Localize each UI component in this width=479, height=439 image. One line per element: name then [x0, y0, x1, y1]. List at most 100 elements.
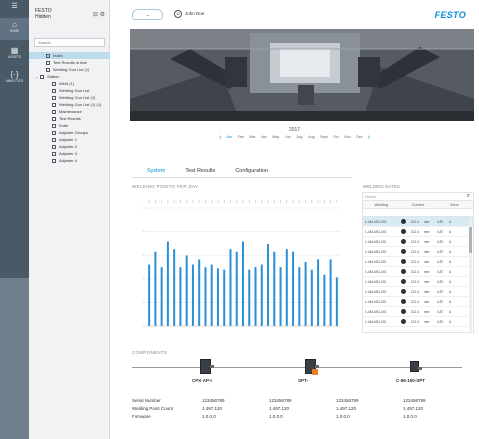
month-items: Jan Feb Mar Apr May Jun July Aug Sept Oct Nov Dec — [223, 134, 365, 141]
tree-item-label: Weld (1) — [59, 81, 75, 86]
status-dot — [401, 238, 406, 244]
chevron-right-icon[interactable]: › — [366, 134, 372, 141]
rail-home-button[interactable]: ⌂ HOME — [0, 18, 29, 40]
tree-item[interactable]: Welding Gun List (1) — [29, 94, 110, 101]
folder-icon[interactable]: ⊟ — [93, 12, 98, 18]
tree-item[interactable]: Index — [29, 52, 110, 59]
month-aug[interactable]: Aug — [305, 134, 317, 141]
month-oct[interactable]: Oct — [330, 134, 341, 141]
tree-item[interactable]: Welding Gun List — [29, 87, 110, 94]
tree-item[interactable]: Test Results — [29, 115, 110, 122]
cell-v2: mm — [424, 240, 430, 244]
tree-item[interactable]: Adjuster 2 — [29, 143, 110, 150]
month-feb[interactable]: Feb — [235, 134, 247, 141]
table-row[interactable]: 1-444-M11-001 212.4 mm 4.87 A — [363, 287, 473, 297]
tree-item[interactable]: Adjuster 1 — [29, 136, 110, 143]
component-label-1: CPX-AP-I — [192, 378, 212, 383]
tree-list: Index Test Results in test Welding Gun Lis… — [29, 52, 110, 164]
station-photo-image — [130, 29, 474, 121]
tree-item[interactable]: Adjuster 3 — [29, 150, 110, 157]
tree-item[interactable]: Test Results in test — [29, 59, 110, 66]
dates-search-input[interactable]: Search ⌕ — [363, 193, 473, 201]
tree-item-label: Test Results in test — [53, 60, 87, 65]
table-row[interactable]: 1-444-M11-001 212.4 mm 4.87 A — [363, 307, 473, 317]
month-nov[interactable]: Nov — [342, 134, 354, 141]
property-name: Firmware — [132, 414, 151, 419]
cell-v4: A — [449, 250, 452, 254]
cell-id: 1-444-M11-001 — [365, 220, 387, 224]
tree-item[interactable]: Adjuster 4 — [29, 157, 110, 164]
dates-filter-bar: Welding Current Error — [363, 201, 473, 209]
cell-v3: 4.87 — [437, 220, 444, 224]
filter-current[interactable]: Current — [400, 201, 437, 208]
tree-search-input[interactable] — [34, 38, 105, 47]
tree-item-label: Adjuster Groups — [59, 130, 88, 135]
rail-assets-button[interactable]: ▦ ASSETS — [0, 46, 29, 68]
filter-error[interactable]: Error — [436, 201, 473, 208]
settings-icon[interactable]: ⚙ — [100, 12, 105, 18]
status-dot-icon — [401, 227, 411, 236]
month-mar[interactable]: Mar — [247, 134, 259, 141]
sensor-device-icon[interactable] — [410, 361, 422, 372]
chart-bar — [223, 269, 226, 326]
month-july[interactable]: July — [293, 134, 305, 141]
table-row[interactable]: 1-444-M11-001 212.4 mm 4.87 A — [363, 267, 473, 277]
tree-item[interactable]: Enter — [29, 122, 110, 129]
col-current-header[interactable] — [411, 209, 437, 216]
cell-v3: 4.87 — [437, 320, 444, 324]
dates-rows: 1-444-M11-001 212.4 mm 4.87 A 1-444-M11-001 21… — [363, 217, 473, 327]
tree-item[interactable]: Maintenance — [29, 108, 110, 115]
tree-item[interactable]: Weld (1) — [29, 80, 110, 87]
col-id-header[interactable] — [363, 209, 401, 216]
status-dot-icon — [401, 257, 411, 266]
component-properties: Serial Number 123456789 123456789 123456789… — [132, 397, 472, 421]
table-row[interactable]: 1-444-M11-001 212.4 mm 4.87 A — [363, 237, 473, 247]
table-row[interactable]: 1-444-M11-001 212.4 mm 4.87 A — [363, 257, 473, 267]
document-icon — [52, 95, 56, 100]
tree-item[interactable]: ⌄ Station — [29, 73, 110, 80]
document-icon — [52, 144, 56, 149]
dates-scrollbar[interactable] — [469, 217, 472, 332]
month-sept[interactable]: Sept — [317, 134, 330, 141]
status-dot-icon — [401, 287, 411, 296]
table-row[interactable]: 1-444-M11-001 212.4 mm 4.87 A — [363, 227, 473, 237]
app-rail: ☰ ⌂ HOME ▦ ASSETS {·} ANALYTICS — [0, 0, 29, 439]
user-name[interactable]: John Doe — [185, 11, 204, 16]
rail-analytics-button[interactable]: {·} ANALYTICS — [0, 70, 29, 92]
month-jan[interactable]: Jan — [223, 134, 234, 141]
document-icon — [52, 137, 56, 142]
col-status-header[interactable] — [401, 209, 411, 216]
search-icon[interactable]: ⌕ — [467, 193, 470, 200]
table-row[interactable]: 1-444-M11-001 212.4 mm 4.87 A — [363, 217, 473, 227]
property-row: Firmware 1.0.0.0 1.0.0.0 1.0.0.0 1.0.0.0 — [132, 413, 472, 421]
month-may[interactable]: May — [270, 134, 282, 141]
cell-v2: mm — [424, 220, 430, 224]
chart-bar — [166, 241, 169, 326]
table-row[interactable]: 1-444-M11-001 212.4 mm 4.87 A — [363, 317, 473, 327]
cell-v1: 212.4 — [411, 310, 419, 314]
tree-item[interactable]: Welding Gun List (1) — [29, 66, 110, 73]
tree-item[interactable]: Adjuster Groups — [29, 129, 110, 136]
cell-v1: 212.4 — [411, 300, 419, 304]
month-dec[interactable]: Dec — [354, 134, 366, 141]
menu-icon[interactable]: ☰ — [0, 0, 29, 14]
rail-assets-label: ASSETS — [8, 55, 21, 59]
dates-header-row — [363, 209, 473, 217]
tree-item-label: Index — [53, 53, 63, 58]
document-icon — [52, 158, 56, 163]
col-error-header[interactable] — [437, 209, 459, 216]
controller-device-icon[interactable] — [200, 359, 214, 374]
cell-v1: 212.4 — [411, 240, 419, 244]
tree-item[interactable]: Welding Gun List (1) (1) — [29, 101, 110, 108]
dates-scroll-thumb[interactable] — [469, 227, 472, 253]
table-row[interactable]: 1-444-M11-001 212.4 mm 4.87 A — [363, 297, 473, 307]
month-jun[interactable]: Jun — [282, 134, 293, 141]
tree-header: FESTO Hidden ⊟ ⚙ — [35, 8, 105, 24]
document-icon — [52, 109, 56, 114]
month-apr[interactable]: Apr — [258, 134, 269, 141]
filter-welding[interactable]: Welding — [363, 201, 400, 208]
chart-bar — [160, 267, 163, 326]
user-icon[interactable]: ☺ — [174, 10, 182, 18]
table-row[interactable]: 1-444-M11-001 212.4 mm 4.87 A — [363, 247, 473, 257]
table-row[interactable]: 1-444-M11-001 212.4 mm 4.87 A — [363, 277, 473, 287]
